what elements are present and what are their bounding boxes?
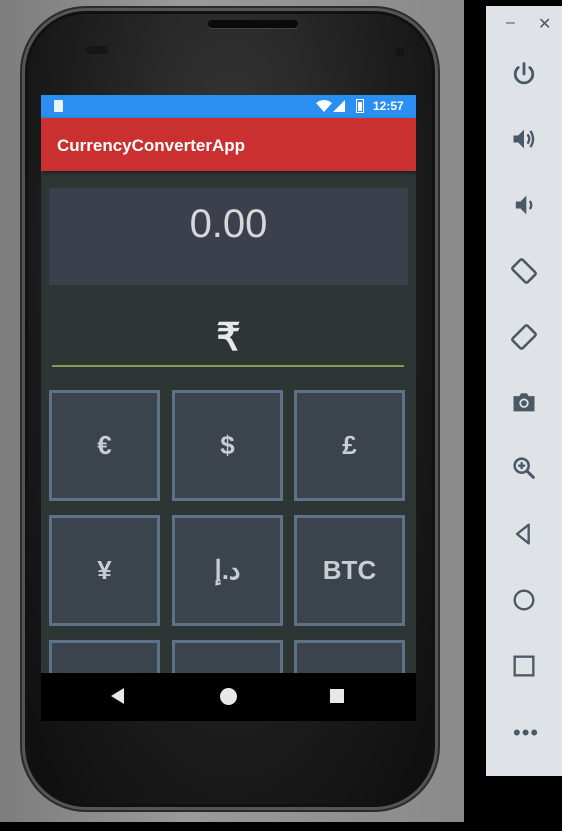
emulator-bottom-edge bbox=[0, 822, 464, 831]
minimize-icon[interactable]: – bbox=[506, 14, 515, 32]
volume-up-icon[interactable] bbox=[508, 123, 540, 155]
currency-keypad: € $ £ ¥ د.إ BTC bbox=[41, 390, 416, 721]
phone-speaker bbox=[208, 20, 298, 28]
currency-key-euro[interactable]: € bbox=[49, 390, 160, 501]
rotate-left-icon[interactable] bbox=[508, 255, 540, 287]
app-bar: CurrencyConverterApp bbox=[41, 118, 416, 171]
device-screen: 12:57 CurrencyConverterApp 0.00 ₹ € $ £ … bbox=[41, 95, 416, 721]
zoom-icon[interactable] bbox=[508, 452, 540, 484]
status-time: 12:57 bbox=[373, 99, 404, 113]
recents-icon[interactable] bbox=[330, 689, 344, 703]
currency-key-pound[interactable]: £ bbox=[294, 390, 405, 501]
camera-icon[interactable] bbox=[508, 386, 540, 418]
currency-key-dollar[interactable]: $ bbox=[172, 390, 283, 501]
battery-icon bbox=[356, 99, 364, 113]
close-icon[interactable]: ✕ bbox=[538, 14, 551, 34]
more-icon[interactable]: ••• bbox=[513, 720, 539, 746]
input-underline bbox=[52, 365, 404, 367]
status-bar: 12:57 bbox=[41, 95, 416, 118]
front-camera bbox=[394, 46, 406, 58]
currency-key-btc[interactable]: BTC bbox=[294, 515, 405, 626]
power-icon[interactable] bbox=[508, 58, 540, 90]
overview-icon[interactable] bbox=[508, 650, 540, 682]
currency-key-dirham[interactable]: د.إ bbox=[172, 515, 283, 626]
currency-key-yen[interactable]: ¥ bbox=[49, 515, 160, 626]
wifi-icon bbox=[316, 100, 332, 112]
sd-card-icon bbox=[54, 100, 63, 112]
amount-display: 0.00 bbox=[49, 188, 408, 285]
selected-currency-symbol[interactable]: ₹ bbox=[41, 315, 416, 360]
signal-icon bbox=[333, 100, 345, 112]
rotate-right-icon[interactable] bbox=[508, 321, 540, 353]
back-icon[interactable] bbox=[508, 518, 540, 550]
back-icon[interactable] bbox=[111, 688, 124, 704]
app-title: CurrencyConverterApp bbox=[57, 136, 245, 155]
home-icon[interactable] bbox=[508, 584, 540, 616]
phone-sensor bbox=[86, 46, 108, 54]
navigation-bar bbox=[41, 673, 416, 721]
emulator-toolbar: – ✕ ••• bbox=[486, 6, 562, 776]
volume-down-icon[interactable] bbox=[508, 189, 540, 221]
home-icon[interactable] bbox=[220, 688, 237, 705]
amount-value: 0.00 bbox=[189, 202, 268, 246]
